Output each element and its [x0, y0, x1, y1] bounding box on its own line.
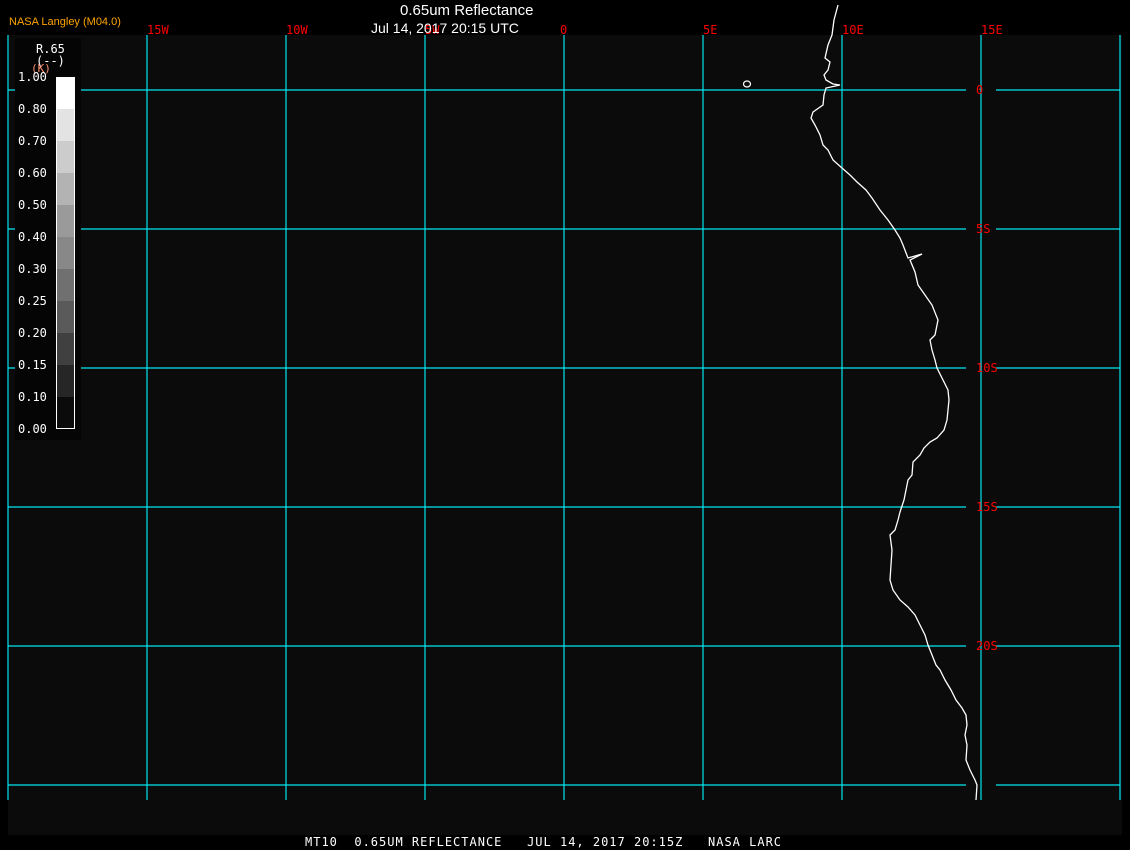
image-datetime: Jul 14, 2017 20:15 UTC: [371, 20, 519, 36]
legend-tick-label: 1.00: [18, 70, 47, 84]
latitude-label: 10S: [976, 361, 998, 375]
legend-bar-frame: [56, 77, 75, 429]
latitude-label: 5S: [976, 222, 990, 236]
legend-tick-label: 0.15: [18, 358, 47, 372]
latitude-label: 0: [976, 83, 983, 97]
longitude-label: 15E: [981, 23, 1003, 37]
footer-caption: MT10 0.65UM REFLECTANCE JUL 14, 2017 20:…: [305, 835, 783, 849]
longitude-label: 5E: [703, 23, 717, 37]
legend-tick-label: 0.30: [18, 262, 47, 276]
satellite-map[interactable]: 15W 10W 5W 0 5E 10E 15E05S10S15S20S: [0, 0, 1130, 850]
legend-tick-label: 0.80: [18, 102, 47, 116]
legend-tick-label: 0.20: [18, 326, 47, 340]
longitude-label: 15W: [147, 23, 169, 37]
longitude-label: 0: [560, 23, 567, 37]
legend-tick-label: 0.70: [18, 134, 47, 148]
legend-tick-label: 0.00: [18, 422, 47, 436]
legend-tick-label: 0.25: [18, 294, 47, 308]
legend-tick-label: 0.10: [18, 390, 47, 404]
latitude-label: 15S: [976, 500, 998, 514]
map-background: [8, 35, 1122, 835]
legend-tick-label: 0.40: [18, 230, 47, 244]
product-title: 0.65um Reflectance: [400, 2, 534, 19]
color-legend: R.65 (--) (K) 1.00 0.80 0.70 0.60 0.50 0.40 0.…: [15, 38, 81, 440]
legend-tick-label: 0.50: [18, 198, 47, 212]
latitude-label: 20S: [976, 639, 998, 653]
longitude-label: 10W: [286, 23, 308, 37]
brand-label: NASA Langley (M04.0): [9, 16, 121, 28]
legend-tick-label: 0.60: [18, 166, 47, 180]
longitude-label: 10E: [842, 23, 864, 37]
